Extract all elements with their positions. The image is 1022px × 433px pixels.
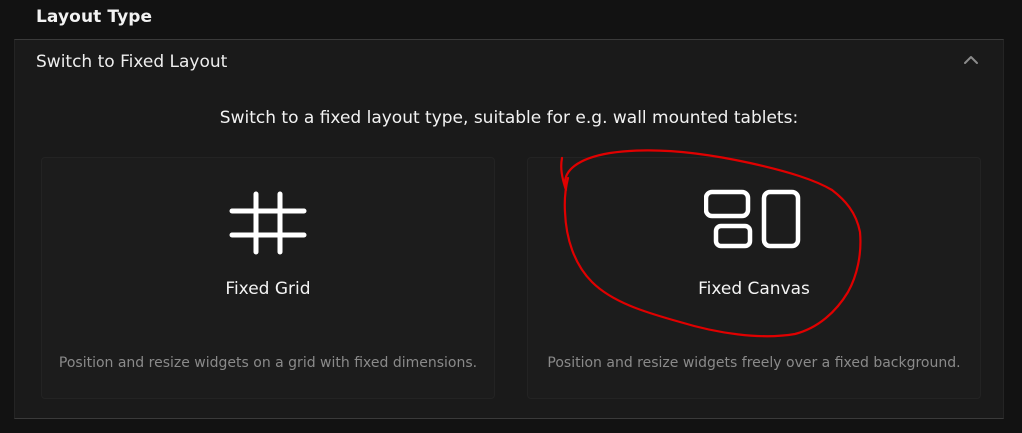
fixed-canvas-description: Position and resize widgets freely over … — [547, 355, 961, 371]
fixed-canvas-option[interactable]: Fixed Canvas Position and resize widgets… — [527, 157, 981, 399]
fixed-grid-option[interactable]: Fixed Grid Position and resize widgets o… — [41, 157, 495, 399]
intro-text: Switch to a fixed layout type, suitable … — [219, 108, 799, 128]
canvas-icon — [703, 188, 804, 256]
section-title: Layout Type — [36, 7, 153, 27]
fixed-canvas-title: Fixed Canvas — [698, 279, 810, 299]
grid-icon — [226, 188, 310, 262]
panel-header[interactable]: Switch to Fixed Layout — [15, 40, 1003, 84]
fixed-grid-title: Fixed Grid — [225, 279, 311, 299]
panel-title: Switch to Fixed Layout — [36, 52, 228, 72]
fixed-layout-panel: Switch to Fixed Layout Switch to a fixed… — [14, 39, 1004, 419]
chevron-up-icon[interactable] — [961, 52, 981, 68]
fixed-grid-description: Position and resize widgets on a grid wi… — [58, 355, 478, 371]
